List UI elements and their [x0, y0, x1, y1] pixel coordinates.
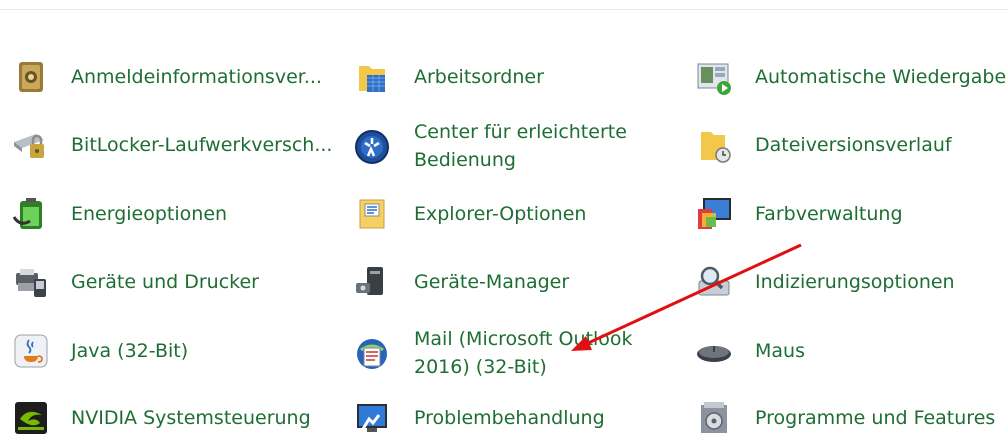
item-mouse[interactable]: Maus [0, 332, 805, 372]
item-autoplay[interactable]: Automatische Wiedergabe [0, 58, 1006, 98]
color-management-icon [695, 195, 733, 233]
indexing-options-icon [695, 263, 733, 301]
mouse-icon [695, 332, 733, 370]
mail-icon [353, 334, 391, 372]
troubleshooting-icon [353, 399, 391, 437]
device-manager-icon [353, 263, 391, 301]
item-file-history[interactable]: Dateiversionsverlauf [0, 126, 952, 166]
file-history-icon [695, 126, 733, 164]
work-folders-icon [353, 58, 391, 96]
programs-features-icon [695, 399, 733, 437]
item-color-management[interactable]: Farbverwaltung [0, 195, 903, 235]
ease-of-access-icon [353, 128, 391, 166]
explorer-options-icon [353, 195, 391, 233]
header-divider [0, 9, 1008, 10]
item-programs-features[interactable]: Programme und Features [0, 399, 995, 439]
autoplay-icon [695, 58, 733, 96]
item-indexing-options[interactable]: Indizierungsoptionen [0, 263, 955, 303]
